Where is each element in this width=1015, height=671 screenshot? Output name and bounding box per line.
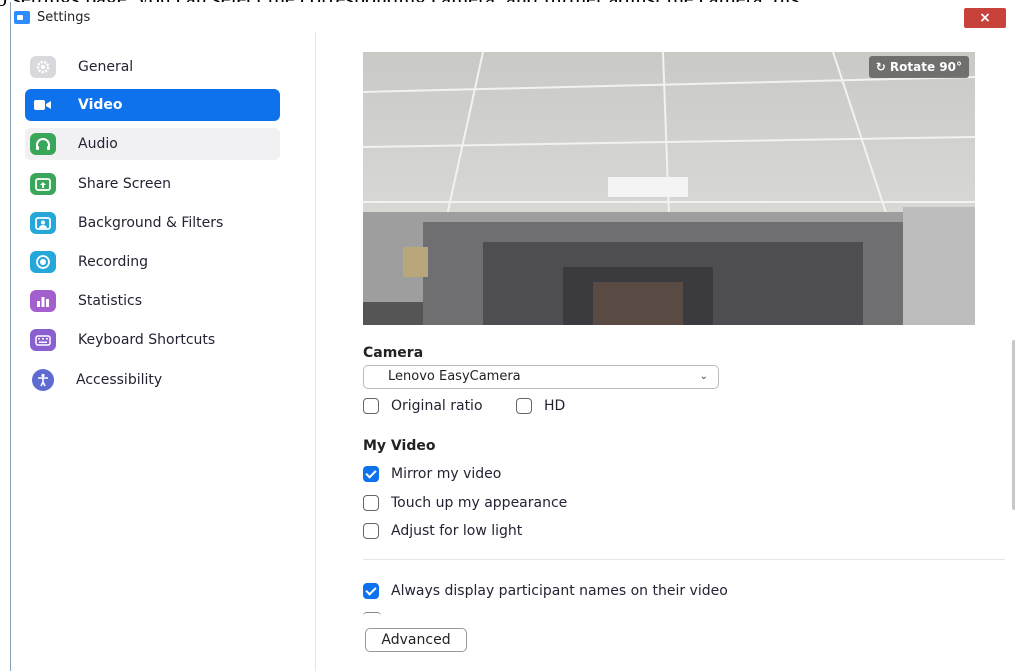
partial-checkbox[interactable] bbox=[363, 612, 381, 616]
headphones-icon bbox=[30, 133, 56, 155]
checkbox-box bbox=[516, 398, 532, 414]
sidebar-item-label: Statistics bbox=[78, 293, 142, 309]
mirror-video-checkbox[interactable]: Mirror my video bbox=[363, 466, 501, 482]
sidebar-item-label: Recording bbox=[78, 254, 149, 270]
touch-up-checkbox[interactable]: Touch up my appearance bbox=[363, 495, 567, 511]
sidebar-item-label: Share Screen bbox=[78, 176, 171, 192]
sidebar-item-audio[interactable]: Audio bbox=[25, 128, 280, 160]
accessibility-icon bbox=[32, 369, 54, 391]
sidebar-item-recording[interactable]: Recording bbox=[25, 246, 280, 278]
low-light-checkbox[interactable]: Adjust for low light bbox=[363, 523, 522, 539]
sidebar-item-accessibility[interactable]: Accessibility bbox=[25, 364, 280, 396]
camera-select[interactable]: Lenovo EasyCamera ⌄ bbox=[363, 365, 719, 389]
video-settings-panel: ↻ Rotate 90° Camera Lenovo EasyCamera ⌄ … bbox=[316, 32, 1015, 671]
checkbox-label: Original ratio bbox=[391, 398, 483, 414]
sidebar-item-label: Accessibility bbox=[76, 372, 163, 388]
sidebar-item-share-screen[interactable]: Share Screen bbox=[25, 168, 280, 200]
checkbox-label: Touch up my appearance bbox=[391, 495, 568, 511]
camera-preview-image bbox=[363, 52, 975, 325]
rotate-icon: ↻ bbox=[875, 60, 890, 74]
sidebar-item-statistics[interactable]: Statistics bbox=[25, 285, 280, 317]
sidebar-item-label: Video bbox=[78, 97, 123, 113]
checkbox-label: Adjust for low light bbox=[391, 523, 523, 539]
chevron-down-icon: ⌄ bbox=[699, 371, 708, 382]
gear-icon bbox=[30, 56, 56, 78]
record-icon bbox=[30, 251, 56, 273]
sidebar: General Video Audio Share Screen Backgro… bbox=[11, 32, 316, 671]
sidebar-item-label: Background & Filters bbox=[78, 215, 224, 231]
sidebar-item-video[interactable]: Video bbox=[25, 89, 280, 121]
camera-preview: ↻ Rotate 90° bbox=[363, 52, 975, 325]
sidebar-item-label: General bbox=[78, 59, 134, 75]
advanced-button[interactable]: Advanced bbox=[365, 628, 467, 652]
checkbox-label: Always display participant names on thei… bbox=[391, 583, 728, 599]
video-camera-icon bbox=[30, 94, 56, 116]
hd-checkbox[interactable]: HD bbox=[516, 398, 565, 414]
checkbox-label: HD bbox=[544, 398, 566, 414]
share-screen-icon bbox=[30, 173, 56, 195]
original-ratio-checkbox[interactable]: Original ratio bbox=[363, 398, 483, 414]
window-title: Settings bbox=[37, 10, 91, 25]
close-button[interactable]: × bbox=[964, 8, 1006, 28]
zoom-app-icon bbox=[14, 11, 30, 24]
checkbox-checked bbox=[363, 466, 379, 482]
sidebar-item-keyboard-shortcuts[interactable]: Keyboard Shortcuts bbox=[25, 324, 280, 356]
camera-select-value: Lenovo EasyCamera bbox=[388, 369, 521, 384]
statistics-icon bbox=[30, 290, 56, 312]
sidebar-item-general[interactable]: General bbox=[25, 51, 280, 83]
rotate-button[interactable]: ↻ Rotate 90° bbox=[868, 56, 969, 78]
sidebar-item-background-filters[interactable]: Background & Filters bbox=[25, 207, 280, 239]
checkbox-checked bbox=[363, 583, 379, 599]
my-video-title: My Video bbox=[363, 438, 436, 454]
camera-title: Camera bbox=[363, 345, 424, 361]
sidebar-item-label: Keyboard Shortcuts bbox=[78, 332, 216, 348]
background-icon bbox=[30, 212, 56, 234]
divider bbox=[363, 559, 1005, 560]
title-bar: Settings × bbox=[11, 2, 1015, 32]
always-display-names-checkbox[interactable]: Always display participant names on thei… bbox=[363, 583, 728, 599]
rotate-label: Rotate 90° bbox=[889, 60, 962, 74]
checkbox-label: Mirror my video bbox=[391, 466, 502, 482]
checkbox-box bbox=[363, 523, 379, 539]
checkbox-box bbox=[363, 398, 379, 414]
sidebar-item-label: Audio bbox=[78, 136, 118, 152]
settings-window: Settings × General Video Audio Share Scr… bbox=[10, 2, 1015, 671]
keyboard-icon bbox=[30, 329, 56, 351]
checkbox-box bbox=[363, 495, 379, 511]
